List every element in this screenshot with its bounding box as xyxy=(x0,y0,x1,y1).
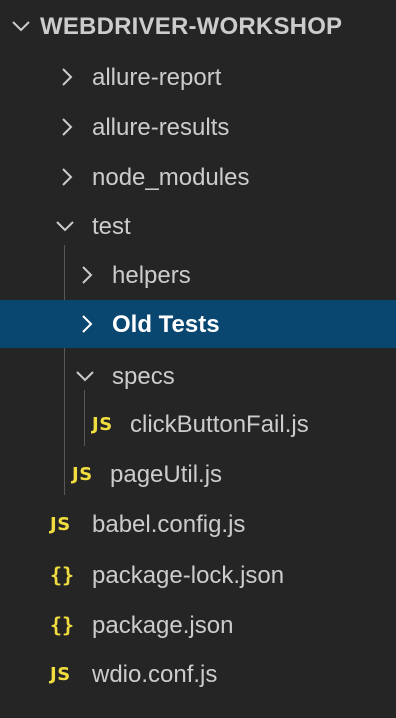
tree-item-label: package.json xyxy=(92,612,234,639)
tree-item-babel-config-js[interactable]: JS babel.config.js xyxy=(0,500,396,548)
javascript-file-icon: JS xyxy=(50,514,71,535)
chevron-down-icon xyxy=(74,365,96,387)
tree-item-package-json[interactable]: {} package.json xyxy=(0,601,396,649)
tree-item-old-tests[interactable]: Old Tests xyxy=(0,300,396,348)
tree-item-node-modules[interactable]: node_modules xyxy=(0,153,396,201)
tree-item-pageutil-js[interactable]: JS pageUtil.js xyxy=(0,450,396,498)
file-explorer: WEBDRIVER-WORKSHOP allure-report allure-… xyxy=(0,0,396,718)
chevron-right-icon xyxy=(56,116,78,138)
tree-item-allure-results[interactable]: allure-results xyxy=(0,103,396,151)
json-file-icon: {} xyxy=(50,613,75,637)
javascript-file-icon: JS xyxy=(92,414,113,435)
tree-item-label: wdio.conf.js xyxy=(92,661,218,688)
tree-item-label: package-lock.json xyxy=(92,562,285,589)
explorer-section-title: WEBDRIVER-WORKSHOP xyxy=(40,13,343,40)
tree-item-label: allure-report xyxy=(92,64,222,91)
tree-item-label: babel.config.js xyxy=(92,511,246,538)
javascript-file-icon: JS xyxy=(50,664,71,685)
tree-item-allure-report[interactable]: allure-report xyxy=(0,53,396,101)
tree-item-helpers[interactable]: helpers xyxy=(0,251,396,299)
tree-item-label: Old Tests xyxy=(112,311,220,338)
chevron-right-icon xyxy=(56,166,78,188)
tree-item-package-lock-json[interactable]: {} package-lock.json xyxy=(0,551,396,599)
chevron-right-icon xyxy=(76,264,98,286)
chevron-down-icon xyxy=(54,215,76,237)
explorer-section-header[interactable]: WEBDRIVER-WORKSHOP xyxy=(0,5,396,49)
tree-item-label: node_modules xyxy=(92,164,250,191)
javascript-file-icon: JS xyxy=(72,464,93,485)
tree-item-label: helpers xyxy=(112,262,191,289)
tree-item-label: pageUtil.js xyxy=(110,461,223,488)
tree-item-wdio-conf-js[interactable]: JS wdio.conf.js xyxy=(0,650,396,698)
tree-item-label: test xyxy=(92,213,131,240)
tree-item-label: clickButtonFail.js xyxy=(130,411,309,438)
json-file-icon: {} xyxy=(50,563,75,587)
chevron-down-icon xyxy=(10,15,32,37)
tree-item-label: specs xyxy=(112,363,175,390)
chevron-right-icon xyxy=(76,313,98,335)
tree-item-label: allure-results xyxy=(92,114,230,141)
chevron-right-icon xyxy=(56,66,78,88)
tree-item-test[interactable]: test xyxy=(0,202,396,250)
tree-item-clickbuttonfail-js[interactable]: JS clickButtonFail.js xyxy=(0,400,396,448)
tree-item-specs[interactable]: specs xyxy=(0,352,396,400)
